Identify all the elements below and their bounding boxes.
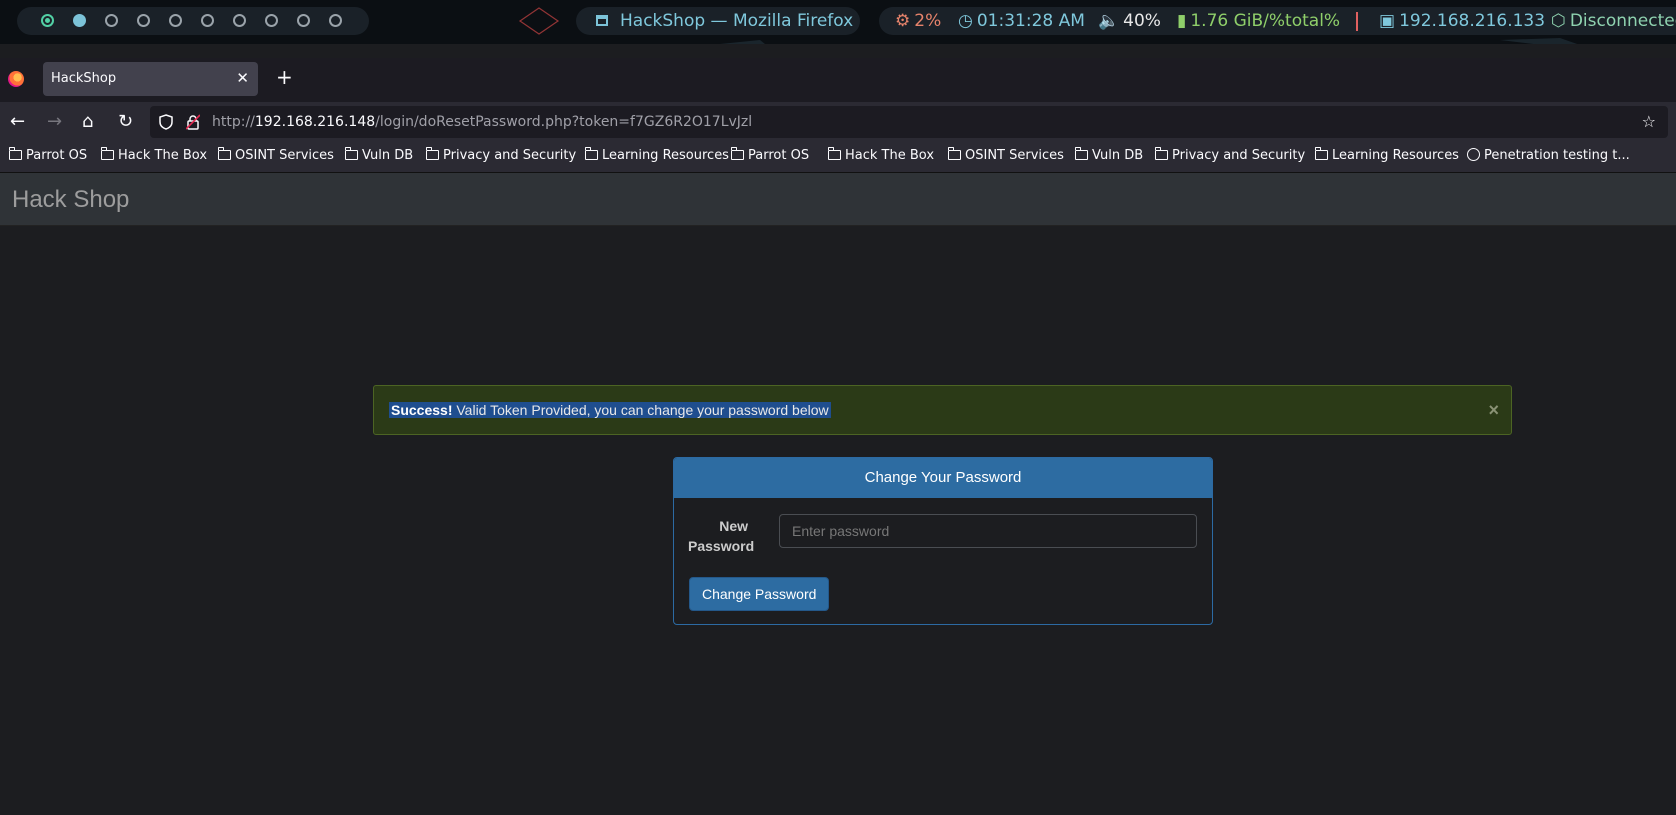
folder-icon [1154, 147, 1168, 160]
folder-icon [827, 147, 841, 160]
workspace-2[interactable] [73, 14, 86, 27]
clock: ◷ 01:31:28 AM [958, 11, 1085, 31]
workspace-switcher [17, 7, 369, 35]
bookmark-item[interactable]: Vuln DB [344, 147, 414, 163]
home-button[interactable]: ⌂ [82, 111, 93, 132]
workspace-10[interactable] [329, 14, 342, 27]
new-password-input[interactable] [779, 514, 1197, 548]
bookmark-label: Hack The Box [845, 148, 935, 163]
folder-icon [1074, 147, 1088, 160]
folder-icon [100, 147, 114, 160]
workspace-3[interactable] [105, 14, 118, 27]
alert-message: Success! Valid Token Provided, you can c… [389, 402, 831, 418]
status-widgets: ⚙ 2% ◷ 01:31:28 AM 🔈 40% ▮ 1.76 GiB/%total% … [879, 7, 1676, 35]
navigation-toolbar: ← → ⌂ ↻ http://192.168.216.148/login/doR… [0, 102, 1676, 142]
close-icon[interactable]: ✕ [236, 69, 249, 87]
tab-hackshop[interactable]: HackShop ✕ [43, 62, 258, 96]
workspace-5[interactable] [169, 14, 182, 27]
cube-icon: ⬡ [1551, 11, 1566, 31]
workspace-7[interactable] [233, 14, 246, 27]
bookmark-item[interactable]: Penetration testing t... [1467, 148, 1630, 163]
bookmark-item[interactable]: OSINT Services [217, 147, 334, 163]
clock-icon: ◷ [958, 11, 973, 31]
site-navbar: Hack Shop [0, 173, 1676, 226]
bookmark-item[interactable]: Parrot OS [730, 147, 810, 163]
workspace-6[interactable] [201, 14, 214, 27]
folder-icon [730, 147, 744, 160]
folder-icon [8, 147, 22, 160]
bookmark-item[interactable]: Privacy and Security [1154, 147, 1306, 163]
back-button[interactable]: ← [10, 111, 25, 132]
new-password-label: New Password [688, 518, 755, 554]
bookmark-label: Learning Resources [1332, 148, 1459, 163]
browser-tab-bar: HackShop ✕ + [0, 58, 1676, 102]
divider [1356, 12, 1358, 31]
volume[interactable]: 🔈 40% [1098, 11, 1161, 31]
folder-icon [947, 147, 961, 160]
bookmark-item[interactable]: OSINT Services [947, 147, 1064, 163]
forward-button[interactable]: → [47, 111, 62, 132]
globe-icon [1467, 148, 1480, 161]
bookmark-label: Penetration testing t... [1484, 148, 1630, 163]
folder-icon [584, 147, 598, 160]
url-text[interactable]: http://192.168.216.148/login/doResetPass… [212, 114, 752, 130]
bookmark-label: Vuln DB [1092, 148, 1144, 163]
window-icon [596, 15, 608, 26]
workspace-1[interactable] [41, 14, 54, 27]
bookmark-label: Parrot OS [748, 148, 810, 163]
bookmark-label: Learning Resources [602, 148, 729, 163]
workspace-4[interactable] [137, 14, 150, 27]
bookmark-label: Parrot OS [26, 148, 88, 163]
bookmark-item[interactable]: Hack The Box [827, 147, 935, 163]
bookmark-star-icon[interactable]: ☆ [1642, 112, 1656, 131]
success-alert: Success! Valid Token Provided, you can c… [373, 385, 1512, 435]
network-icon: ▣ [1379, 11, 1396, 31]
vpn-status: ⬡ Disconnected [1551, 11, 1676, 31]
site-brand[interactable]: Hack Shop [12, 186, 129, 214]
folder-icon [217, 147, 231, 160]
bookmark-label: OSINT Services [965, 148, 1064, 163]
speaker-icon: 🔈 [1098, 11, 1120, 31]
panel-heading: Change Your Password [674, 458, 1212, 498]
reload-button[interactable]: ↻ [118, 111, 133, 132]
system-top-bar: HackShop — Mozilla Firefox ⚙ 2% ◷ 01:31:28… [0, 0, 1676, 44]
page-content: Hack Shop Success! Valid Token Provided,… [0, 173, 1676, 815]
bookmark-label: Hack The Box [118, 148, 208, 163]
change-password-button[interactable]: Change Password [689, 577, 830, 611]
bookmark-item[interactable]: Learning Resources [584, 147, 729, 163]
memory-usage: ▮ 1.76 GiB/%total% [1177, 11, 1341, 31]
window-title-text: HackShop — Mozilla Firefox [620, 11, 854, 31]
bookmark-item[interactable]: Privacy and Security [425, 147, 577, 163]
bookmark-label: Privacy and Security [1172, 148, 1306, 163]
insecure-lock-icon[interactable] [186, 114, 200, 130]
folder-icon [1314, 147, 1328, 160]
workspace-8[interactable] [265, 14, 278, 27]
cpu-icon: ⚙ [895, 11, 911, 31]
shield-icon[interactable] [159, 114, 173, 130]
cpu-usage: ⚙ 2% [895, 11, 942, 31]
workspace-9[interactable] [297, 14, 310, 27]
firefox-icon[interactable] [8, 71, 24, 87]
bookmark-item[interactable]: Learning Resources [1314, 147, 1459, 163]
tab-title: HackShop [51, 71, 117, 86]
url-bar[interactable]: http://192.168.216.148/login/doResetPass… [150, 106, 1668, 138]
change-password-panel: Change Your Password New Password Change… [673, 457, 1213, 625]
bookmark-label: Vuln DB [362, 148, 414, 163]
alert-close-button[interactable]: × [1488, 400, 1499, 421]
bookmark-label: OSINT Services [235, 148, 334, 163]
active-window-title: HackShop — Mozilla Firefox [576, 7, 860, 35]
bookmark-label: Privacy and Security [443, 148, 577, 163]
ip-address: ▣ 192.168.216.133 [1379, 11, 1546, 31]
diamond-logo-icon [518, 7, 560, 35]
bookmarks-bar: Parrot OS Hack The Box OSINT Services Vuln … [0, 142, 1676, 173]
memory-icon: ▮ [1177, 11, 1187, 31]
bookmark-item[interactable]: Parrot OS [8, 147, 88, 163]
folder-icon [425, 147, 439, 160]
new-tab-button[interactable]: + [276, 65, 293, 89]
folder-icon [344, 147, 358, 160]
bookmark-item[interactable]: Vuln DB [1074, 147, 1144, 163]
bookmark-item[interactable]: Hack The Box [100, 147, 208, 163]
